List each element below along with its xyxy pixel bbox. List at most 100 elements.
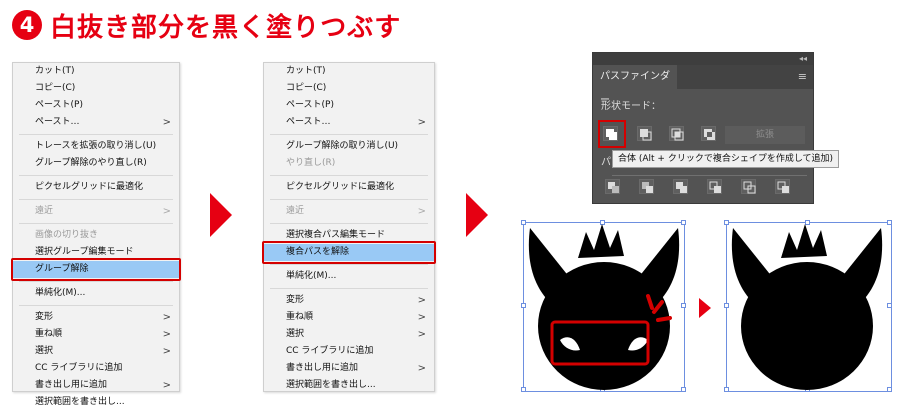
menu-separator [270, 288, 428, 289]
menu-item-label: グループ解除のやり直し(R) [35, 158, 147, 168]
result-arrow [699, 298, 711, 318]
step-arrow-1 [210, 193, 232, 237]
menu-item-label: 書き出し用に追加 [35, 380, 108, 390]
crop-icon [709, 181, 721, 193]
step-arrow-2 [466, 193, 488, 237]
menu-item-label: やり直し(R) [286, 158, 336, 168]
menu-item[interactable]: 選択グループ編集モード [13, 244, 179, 261]
menu-item-label: ペースト(P) [286, 100, 334, 110]
menu-item-label: ペースト… [286, 117, 331, 127]
menu-item[interactable]: 変形 > [13, 309, 179, 326]
menu-item[interactable]: 書き出し用に追加 > [13, 377, 179, 394]
menu-item[interactable]: 単純化(M)... [13, 285, 179, 302]
menu-item[interactable]: コピー(C) [13, 80, 179, 97]
step-title: 4 白抜き部分を黒く塗りつぶす [12, 8, 402, 43]
menu-item-label: 選択複合パス編集モード [286, 230, 386, 240]
submenu-arrow-icon: > [162, 312, 171, 323]
menu-item-label: 重ね順 [35, 329, 63, 339]
menu-separator [19, 223, 173, 224]
shape-mode-label: 形状モード： [601, 101, 661, 112]
menu-item-label: コピー(C) [286, 83, 327, 93]
menu-item-label: 遠近 [35, 206, 54, 216]
menu-item-label: CC ライブラリに追加 [35, 363, 123, 373]
outline-icon [743, 181, 756, 194]
submenu-arrow-icon: > [162, 380, 171, 391]
menu-item[interactable]: グループ解除のやり直し(R) [13, 155, 179, 172]
submenu-arrow-icon: > [417, 312, 426, 323]
menu-separator [19, 134, 173, 135]
menu-item[interactable]: コピー(C) [264, 80, 434, 97]
menu-separator [270, 134, 428, 135]
crop-button[interactable] [707, 179, 722, 194]
panel-top-strip: ◂◂ [593, 53, 813, 65]
menu-item: 遠近 > [264, 203, 434, 220]
menu-item-label: 選択 [286, 329, 305, 339]
submenu-arrow-icon: > [162, 117, 171, 128]
menu-item-label: 選択グループ編集モード [35, 247, 134, 257]
intersect-icon [671, 128, 684, 141]
intersect-button[interactable] [669, 126, 684, 141]
submenu-arrow-icon: > [417, 295, 426, 306]
menu-item-label: ピクセルグリッドに最適化 [286, 182, 395, 192]
menu-item[interactable]: ピクセルグリッドに最適化 [264, 179, 434, 196]
menu-item[interactable]: 重ね順 > [13, 326, 179, 343]
menu-separator [19, 281, 173, 282]
outline-button[interactable] [741, 179, 756, 194]
menu-item[interactable]: 変形 > [264, 292, 434, 309]
menu-item[interactable]: グループ解除の取り消し(U) [264, 138, 434, 155]
menu-item[interactable]: 書き出し用に追加 > [264, 360, 434, 377]
step-title-text: 白抜き部分を黒く塗りつぶす [50, 12, 402, 43]
merge-button[interactable] [673, 179, 688, 194]
menu-item[interactable]: CC ライブラリに追加 [264, 343, 434, 360]
menu-item-label: グループ解除 [35, 264, 89, 274]
menu-item[interactable]: 重ね順 > [264, 309, 434, 326]
menu-item-label: 遠近 [286, 206, 305, 216]
menu-separator [270, 175, 428, 176]
expand-button[interactable]: 拡張 [725, 126, 805, 144]
minus-front-button[interactable] [637, 126, 652, 141]
minus-back-button[interactable] [775, 179, 790, 194]
menu-item[interactable]: ピクセルグリッドに最適化 [13, 179, 179, 196]
menu-item[interactable]: 選択 > [13, 343, 179, 360]
merge-icon [676, 182, 687, 193]
submenu-arrow-icon: > [162, 346, 171, 357]
menu-item[interactable]: トレースを拡張の取り消し(U) [13, 138, 179, 155]
menu-item[interactable]: ペースト… > [13, 114, 179, 131]
menu-item-label: トレースを拡張の取り消し(U) [35, 141, 157, 151]
trim-button[interactable] [639, 179, 654, 194]
menu-item[interactable]: ペースト(P) [13, 97, 179, 114]
submenu-arrow-icon: > [417, 117, 426, 128]
submenu-arrow-icon: > [162, 329, 171, 340]
menu-item-label: 画像の切り抜き [35, 230, 99, 240]
menu-separator [270, 264, 428, 265]
menu-item[interactable]: 複合パスを解除 [264, 244, 434, 261]
panel-menu-icon[interactable]: ≡ [798, 70, 807, 83]
menu-item[interactable]: CC ライブラリに追加 [13, 360, 179, 377]
tab-pathfinder[interactable]: パスファインダー [593, 65, 677, 106]
menu-item[interactable]: 選択範囲を書き出し... [13, 394, 179, 411]
pathfinder-panel: ◂◂ パスファインダー ≡ 形状モード： 拡張 パ [592, 52, 814, 204]
divide-button[interactable] [605, 179, 620, 194]
collapse-panel-icon[interactable]: ◂◂ [799, 53, 807, 65]
boar-character-filled [731, 224, 883, 390]
menu-item[interactable]: 選択 > [264, 326, 434, 343]
menu-item[interactable]: グループ解除 [13, 261, 179, 278]
menu-item[interactable]: ペースト… > [264, 114, 434, 131]
menu-item-label: 選択範囲を書き出し... [286, 380, 376, 390]
menu-item-label: カット(T) [35, 66, 75, 76]
exclude-button[interactable] [701, 126, 716, 141]
menu-item[interactable]: ペースト(P) [264, 97, 434, 114]
step-number-badge: 4 [12, 10, 42, 40]
submenu-arrow-icon: > [417, 329, 426, 340]
menu-item[interactable]: 選択複合パス編集モード [264, 227, 434, 244]
panel-tab-bar: パスファインダー ≡ [593, 65, 813, 106]
menu-item-label: 変形 [286, 295, 305, 305]
menu-item[interactable]: 単純化(M)... [264, 268, 434, 285]
menu-item-label: コピー(C) [35, 83, 76, 93]
menu-item-label: 変形 [35, 312, 54, 322]
menu-item-label: ピクセルグリッドに最適化 [35, 182, 144, 192]
menu-item[interactable]: カット(T) [264, 63, 434, 80]
menu-item[interactable]: 選択範囲を書き出し... [264, 377, 434, 394]
menu-item[interactable]: カット(T) [13, 63, 179, 80]
submenu-arrow-icon: > [162, 206, 171, 217]
